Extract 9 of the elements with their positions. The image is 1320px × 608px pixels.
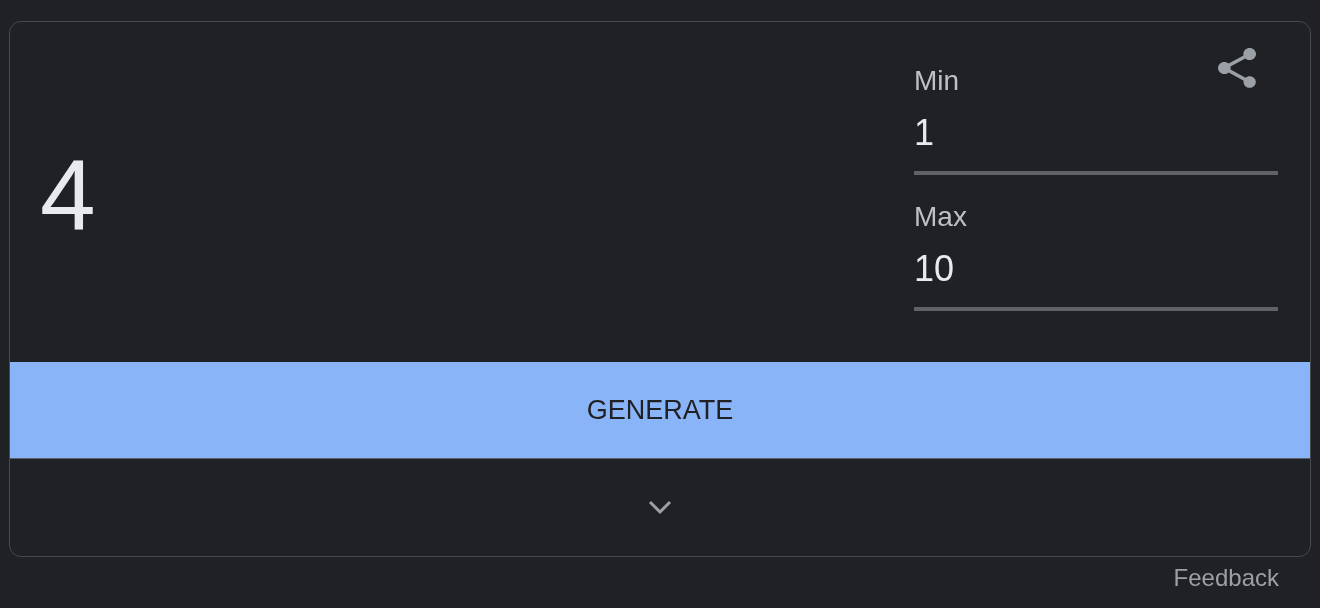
- field-label: Min: [914, 65, 960, 97]
- number-input-field[interactable]: 10: [914, 247, 1278, 311]
- chevron-down-icon[interactable]: [648, 500, 672, 515]
- generate-button[interactable]: GENERATE: [10, 362, 1310, 459]
- result-number: 4: [40, 145, 96, 245]
- field-label: Max: [914, 201, 967, 233]
- number-input-field[interactable]: 1: [914, 111, 1278, 175]
- share-icon[interactable]: [1218, 48, 1256, 88]
- feedback-link[interactable]: Feedback: [1173, 564, 1279, 592]
